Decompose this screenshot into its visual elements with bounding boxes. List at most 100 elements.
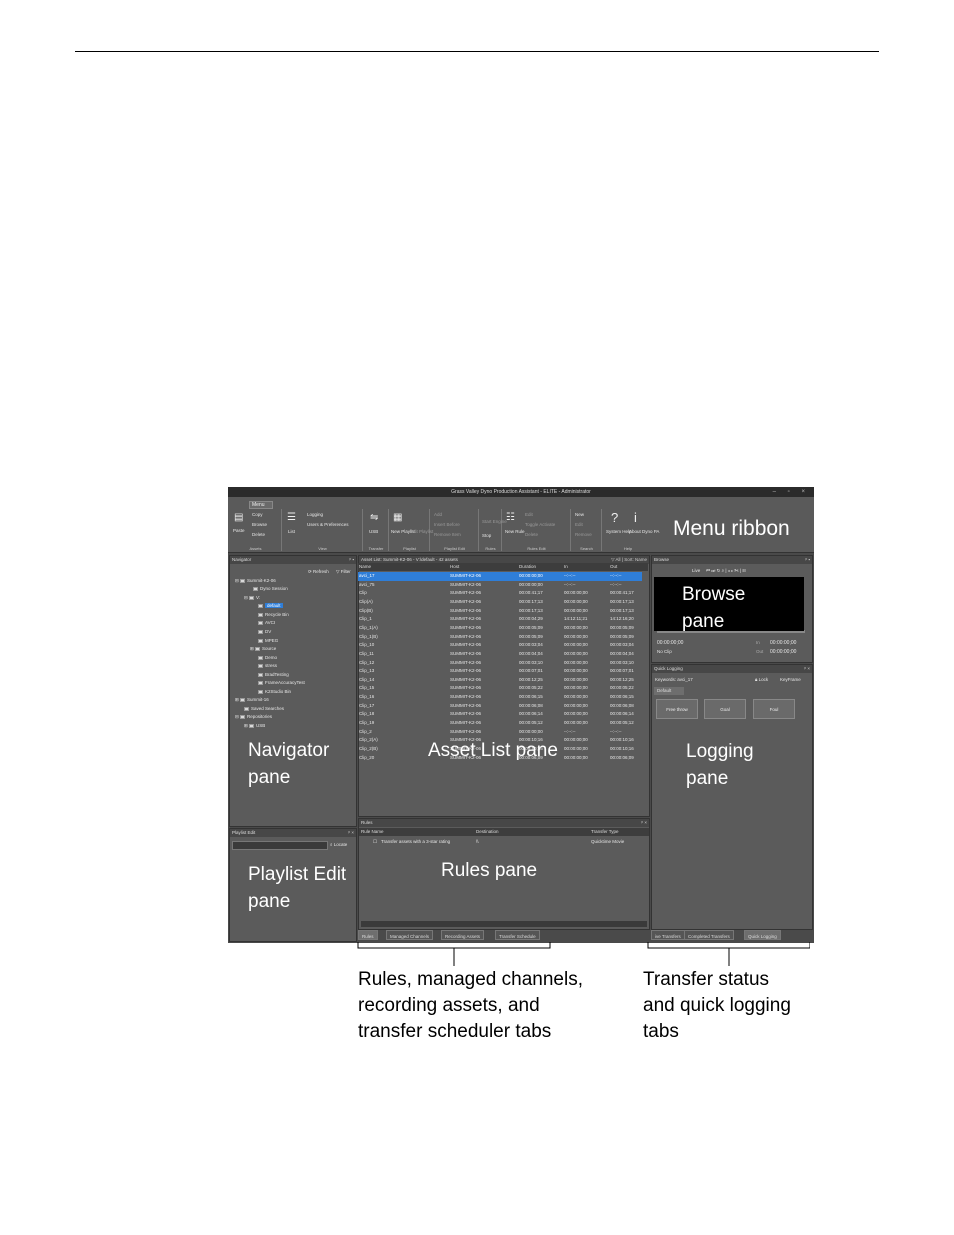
tab-quick-logging[interactable]: Quick Logging	[744, 930, 781, 940]
filter-button[interactable]: ▽ Filter	[336, 569, 351, 575]
rule-checkbox[interactable]: ☐	[373, 838, 377, 846]
tree-item[interactable]: ⊞ Source	[250, 646, 276, 652]
table-row[interactable]: avci_17 SUMMIT-K2-06 00:00:00;00 --:--:-- --…	[358, 572, 642, 581]
table-row[interactable]: Clip_17 SUMMIT-K2-06 00:00:06;08 00:00:00;0…	[358, 702, 642, 711]
tree-item[interactable]: ⊟ Summit-K2-06	[235, 578, 276, 584]
tab-default[interactable]: Default	[654, 687, 684, 695]
table-row[interactable]: ☐ Transfer assets with a 3-star rating \…	[359, 838, 649, 846]
minimize-icon[interactable]: –	[773, 489, 781, 495]
transport-controls[interactable]: ⏮ ⏭ ↻ ⌕ | ◂ ▸ ✂ | ☷	[706, 568, 746, 574]
keyframe-button[interactable]: KeyFrame	[780, 677, 801, 682]
free-throw-button[interactable]: Free throw	[656, 699, 698, 719]
delete-button[interactable]: Delete	[252, 532, 265, 537]
table-row[interactable]: Clip_16 SUMMIT-K2-06 00:00:06;15 00:00:00;0…	[358, 693, 642, 702]
edit-rule-button[interactable]: Edit	[525, 512, 533, 517]
usb-button[interactable]: USB	[369, 529, 378, 534]
tree-item[interactable]: FrameAccuracyTest	[258, 680, 305, 685]
system-help-button[interactable]: System Help	[606, 529, 632, 534]
table-row[interactable]: Clip SUMMIT-K2-06 00:00:41;17 00:00:00;00 00…	[358, 589, 642, 598]
live-button[interactable]: Live	[692, 568, 700, 573]
table-row[interactable]: Clip_1(B) SUMMIT-K2-06 00:00:05;09 00:00:00…	[358, 633, 642, 642]
remove-search-button[interactable]: Remove	[575, 532, 592, 537]
tree-item[interactable]: ⊟ V:	[244, 595, 260, 601]
new-search-button[interactable]: New	[575, 512, 584, 517]
tree-item[interactable]: Saved Searches	[244, 706, 284, 711]
tab-recording-assets[interactable]: Recording Assets	[441, 930, 485, 940]
column-header[interactable]: Duration	[519, 563, 536, 571]
users-preferences-button[interactable]: Users & Preferences	[307, 522, 349, 527]
table-row[interactable]: Clip_12 SUMMIT-K2-06 00:00:03;10 00:00:00;0…	[358, 659, 642, 668]
refresh-button[interactable]: ⟳ Refresh	[308, 569, 329, 575]
tab-transfer-schedule[interactable]: Transfer Schedule	[495, 930, 540, 940]
tree-item[interactable]: Demo	[258, 655, 277, 660]
table-row[interactable]: Clip_14 SUMMIT-K2-06 00:00:12;25 00:00:00;0…	[358, 676, 642, 685]
new-rule-button[interactable]: New Rule	[505, 529, 525, 534]
pane-controls[interactable]: ᵖ ×	[804, 665, 810, 673]
edit-playlist-button[interactable]: Edit Playlist	[410, 529, 433, 534]
delete-rule-button[interactable]: Delete	[525, 532, 538, 537]
locate-button[interactable]: ⌕ Locate	[330, 842, 347, 847]
logging-button[interactable]: Logging	[307, 512, 323, 517]
tree-item[interactable]: ⊞ Summit-16	[235, 697, 269, 703]
tree-item[interactable]: Recycle Bin	[258, 612, 289, 617]
pane-controls[interactable]: ᵖ ▪	[349, 556, 354, 564]
pane-controls[interactable]: ᵖ ×	[348, 829, 354, 837]
table-row[interactable]: Clip_1 SUMMIT-K2-06 00:00:04;29 14:12:11;21…	[358, 615, 642, 624]
edit-search-button[interactable]: Edit	[575, 522, 583, 527]
tree-item[interactable]: DV	[258, 629, 271, 634]
goal-button[interactable]: Goal	[704, 699, 746, 719]
paste-button[interactable]: Paste	[233, 528, 245, 533]
pane-controls[interactable]: ᵖ ×	[641, 819, 647, 827]
tree-item[interactable]: BradTesting	[258, 672, 289, 677]
table-row[interactable]: Clip_2 SUMMIT-K2-06 00:00:00;00 --:--:-- --:…	[358, 728, 642, 737]
copy-button[interactable]: Copy	[252, 512, 263, 517]
tab-managed-channels[interactable]: Managed Channels	[386, 930, 434, 940]
toggle-activate-button[interactable]: Toggle Activate	[525, 522, 555, 527]
table-row[interactable]: Clip_1(A) SUMMIT-K2-06 00:00:05;09 00:00:00…	[358, 624, 642, 633]
column-header[interactable]: Rule Name	[361, 828, 384, 836]
playlist-input[interactable]	[232, 841, 328, 850]
lock-button[interactable]: 🔒︎ Lock	[755, 677, 768, 682]
insert-before-button[interactable]: Insert Before	[434, 522, 460, 527]
table-row[interactable]: Clip_11 SUMMIT-K2-06 00:00:04;04 00:00:00;0…	[358, 650, 642, 659]
tree-item[interactable]: ⊟ Repositories	[235, 714, 272, 720]
tree-item[interactable]: Dyno Session	[253, 586, 288, 591]
tab-completed-transfers[interactable]: Completed Transfers	[684, 930, 734, 940]
table-row[interactable]: Clip(B) SUMMIT-K2-06 00:00:17;13 00:00:00;0…	[358, 607, 642, 616]
column-header[interactable]: In	[564, 563, 568, 571]
stop-button[interactable]: Stop	[482, 533, 491, 538]
tab-rules[interactable]: Rules	[358, 930, 378, 940]
browse-button[interactable]: Browse	[252, 522, 267, 527]
table-row[interactable]: Clip_18 SUMMIT-K2-06 00:00:06;14 00:00:00;0…	[358, 710, 642, 719]
table-row[interactable]: Clip_19 SUMMIT-K2-06 00:00:05;12 00:00:00;0…	[358, 719, 642, 728]
column-header[interactable]: Transfer Type	[591, 828, 619, 836]
pane-controls[interactable]: ᵖ ▪	[805, 556, 810, 564]
column-header[interactable]: Host	[450, 563, 459, 571]
remove-item-button[interactable]: Remove Item	[434, 532, 461, 537]
tree-item-selected[interactable]: default	[258, 603, 283, 608]
tree-item[interactable]: AVCI	[258, 620, 275, 625]
sort-name[interactable]: Sort: Name	[624, 557, 647, 562]
tree-item[interactable]: K2Studio Bin	[258, 689, 291, 694]
table-row[interactable]: Clip_13 SUMMIT-K2-06 00:00:07;01 00:00:00;0…	[358, 667, 642, 676]
table-row[interactable]: Clip(A) SUMMIT-K2-06 00:00:17;13 00:00:00;0…	[358, 598, 642, 607]
tree-item[interactable]: stress	[258, 663, 277, 668]
column-header[interactable]: Destination	[476, 828, 499, 836]
menu-tab[interactable]: Menu	[249, 501, 273, 509]
foul-button[interactable]: Foul	[753, 699, 795, 719]
table-row[interactable]: Clip_10 SUMMIT-K2-06 00:00:03;04 00:00:00;0…	[358, 641, 642, 650]
maximize-icon[interactable]: ▫	[788, 489, 795, 495]
about-button[interactable]: About Dyno PA	[629, 529, 659, 534]
table-row[interactable]: avci_75 SUMMIT-K2-06 00:00:00;00 --:--:-- --…	[358, 581, 642, 590]
list-button[interactable]: List	[288, 529, 295, 534]
close-icon[interactable]: ×	[801, 489, 810, 495]
tab-active-transfers[interactable]: ive Transfers	[651, 930, 685, 940]
window-controls[interactable]: – ▫ ×	[773, 487, 810, 497]
add-button[interactable]: Add	[434, 512, 442, 517]
horizontal-scrollbar[interactable]	[361, 921, 647, 927]
table-row[interactable]: Clip_15 SUMMIT-K2-06 00:00:05;22 00:00:00;0…	[358, 684, 642, 693]
column-header[interactable]: Out	[610, 563, 617, 571]
filter-all[interactable]: All	[616, 557, 621, 562]
column-header[interactable]: Name	[359, 563, 371, 571]
tree-item[interactable]: MPEG	[258, 638, 278, 643]
